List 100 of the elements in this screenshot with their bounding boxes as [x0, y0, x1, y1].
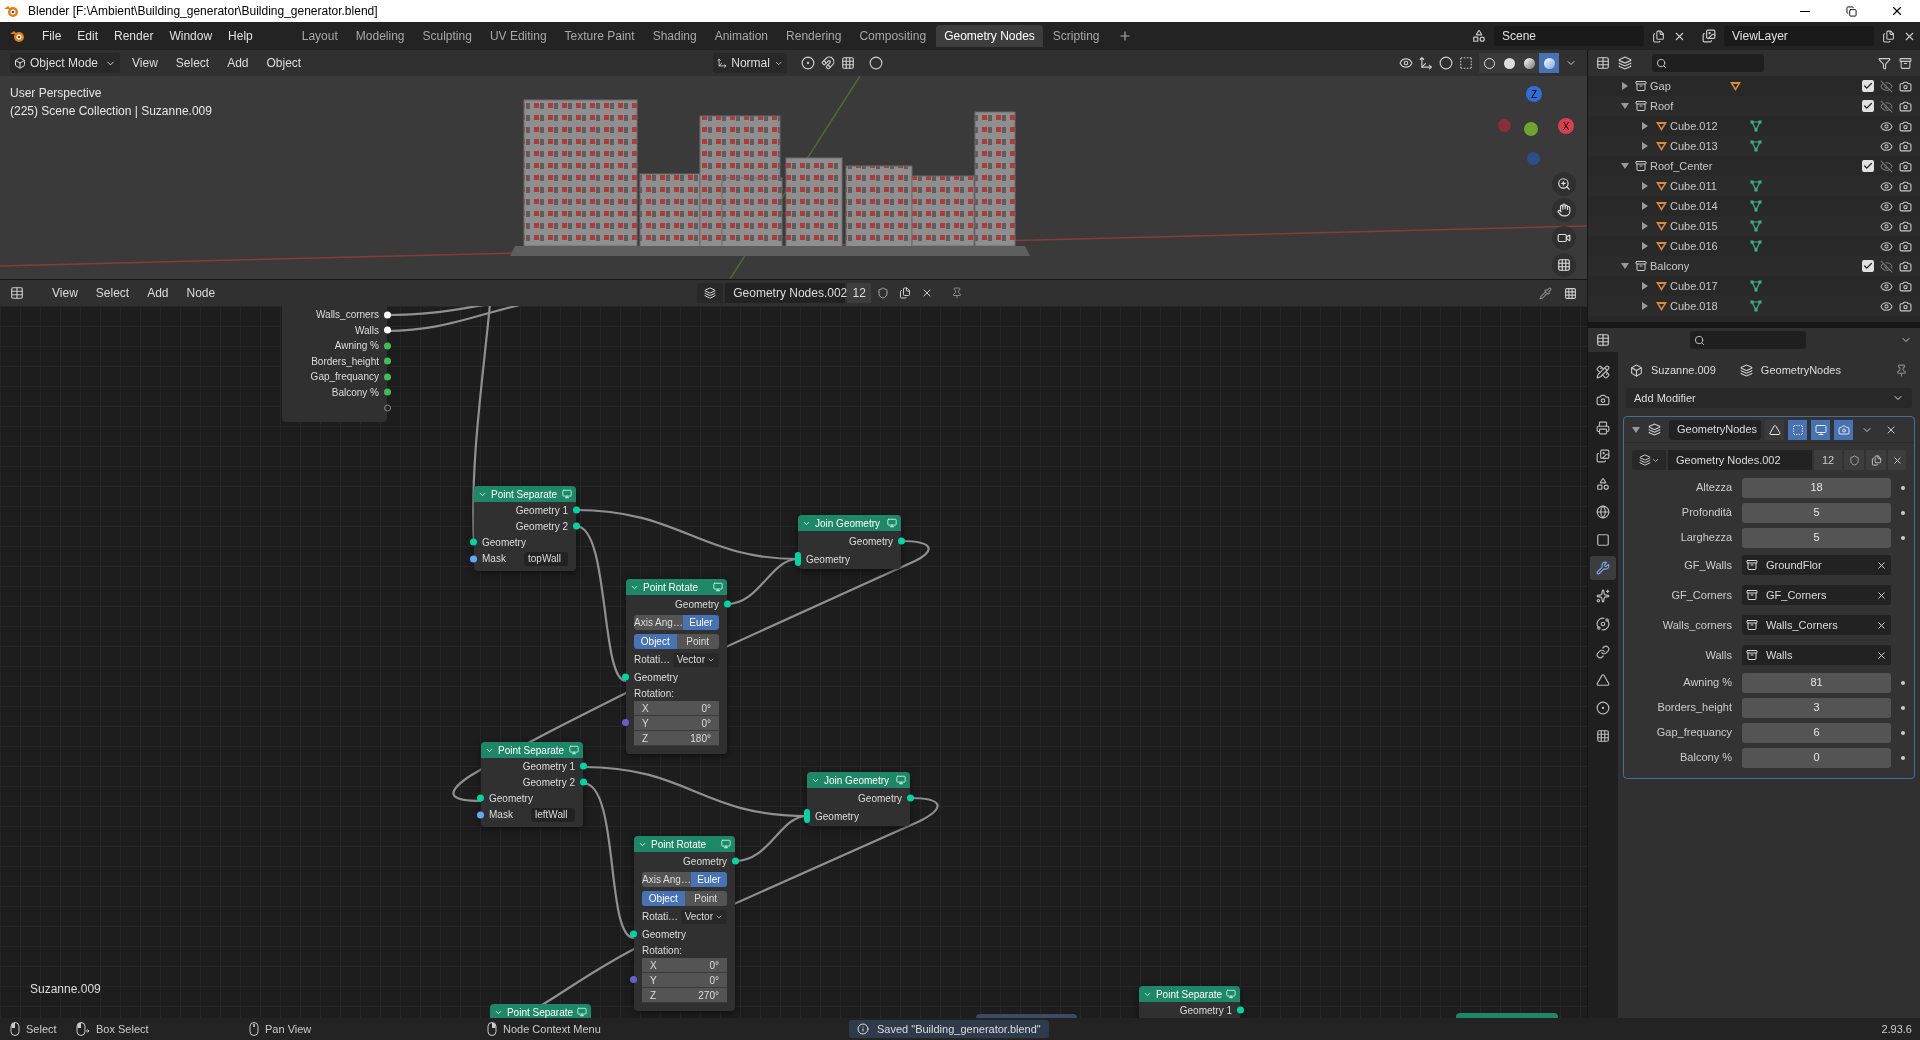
socket[interactable]: [795, 552, 801, 566]
eye-icon[interactable]: [1880, 299, 1893, 313]
node-tree-field[interactable]: Geometry Nodes.002: [1668, 450, 1812, 470]
properties-tab[interactable]: [1590, 556, 1616, 580]
toggle-button[interactable]: [1834, 419, 1853, 440]
rotation-field[interactable]: Y 0°: [642, 973, 727, 988]
socket[interactable]: [1237, 1006, 1244, 1014]
checkbox[interactable]: [1862, 260, 1874, 272]
camera-icon[interactable]: [1899, 119, 1912, 133]
menu-item[interactable]: View: [126, 54, 164, 72]
pin-icon[interactable]: [951, 287, 964, 299]
clear-icon[interactable]: [1876, 559, 1887, 571]
mode-toggle[interactable]: Point: [684, 891, 727, 906]
rotation-field[interactable]: Y 0°: [634, 716, 719, 731]
clear-icon[interactable]: [1876, 649, 1887, 661]
editor-type-icon[interactable]: [1596, 333, 1610, 347]
outliner-item[interactable]: Cube.014: [1670, 197, 1750, 215]
monitor-icon[interactable]: [569, 745, 579, 755]
checkbox[interactable]: [1862, 80, 1874, 92]
outliner-item[interactable]: Cube.015: [1670, 217, 1750, 235]
proportional-icon[interactable]: [869, 56, 884, 70]
number-field[interactable]: 18: [1742, 477, 1891, 498]
modifier-name-field[interactable]: GeometryNodes: [1669, 419, 1761, 440]
eye-closed-icon[interactable]: [1880, 159, 1893, 173]
monitor-icon[interactable]: [577, 1007, 587, 1017]
socket[interactable]: [477, 794, 484, 802]
toggle-button[interactable]: [1765, 419, 1784, 440]
workspace-tab[interactable]: UV Editing: [481, 25, 555, 47]
orientation-dropdown[interactable]: Normal: [713, 53, 788, 73]
number-field[interactable]: 3: [1742, 697, 1891, 718]
shield-icon[interactable]: [1848, 454, 1860, 466]
expand-arrow-icon[interactable]: [1641, 142, 1649, 150]
new-layer-icon[interactable]: [1882, 29, 1895, 43]
socket[interactable]: [477, 811, 484, 818]
search-field[interactable]: [1652, 54, 1764, 72]
menu-item[interactable]: Help: [222, 27, 259, 45]
mode-toggle[interactable]: Euler: [690, 872, 727, 887]
menu-item[interactable]: View: [46, 284, 84, 302]
expand-arrow-icon[interactable]: [1621, 262, 1629, 270]
workspace-tab[interactable]: Layout: [293, 25, 346, 47]
gizmo-icon[interactable]: [1419, 56, 1433, 70]
number-field[interactable]: 5: [1742, 527, 1891, 548]
expand-arrow-icon[interactable]: [1641, 222, 1649, 230]
rotation-field[interactable]: X 0°: [634, 701, 719, 716]
expand-arrow-icon[interactable]: [1621, 102, 1629, 110]
tree-selector[interactable]: [697, 283, 724, 303]
menu-item[interactable]: Select: [169, 54, 216, 72]
mode-dropdown[interactable]: Object Mode: [10, 53, 120, 73]
eyedropper-icon[interactable]: [1539, 286, 1552, 300]
socket[interactable]: [898, 537, 905, 545]
collection-field[interactable]: GroundFlor: [1742, 555, 1891, 575]
shield-icon[interactable]: [877, 287, 890, 299]
collection-field[interactable]: GF_Corners: [1742, 585, 1891, 605]
workspace-tab[interactable]: Rendering: [778, 25, 850, 47]
menu-item[interactable]: Node: [180, 284, 222, 302]
workspace-tab[interactable]: Texture Paint: [556, 25, 643, 47]
camera-icon[interactable]: [1899, 139, 1912, 153]
eye-icon[interactable]: [1880, 279, 1893, 293]
number-field[interactable]: 5: [1742, 502, 1891, 523]
expand-arrow-icon[interactable]: [1632, 425, 1640, 434]
checkbox[interactable]: [1862, 100, 1874, 112]
workspace-tab[interactable]: Shading: [644, 25, 705, 47]
close-icon[interactable]: [1891, 454, 1903, 466]
scene-icon[interactable]: [1472, 29, 1486, 43]
outliner-item[interactable]: Roof: [1650, 97, 1730, 115]
clear-icon[interactable]: [1876, 619, 1887, 631]
expand-arrow-icon[interactable]: [1641, 122, 1649, 130]
rotation-field[interactable]: X 0°: [642, 958, 727, 973]
workspace-tab[interactable]: Compositing: [851, 25, 935, 47]
eye-icon[interactable]: [1880, 119, 1893, 133]
menu-item[interactable]: Add: [221, 54, 255, 72]
monitor-icon[interactable]: [887, 518, 897, 528]
tree-selector[interactable]: [1632, 450, 1666, 470]
eye-closed-icon[interactable]: [1880, 99, 1893, 113]
eye-closed-icon[interactable]: [1880, 259, 1893, 273]
socket[interactable]: [622, 673, 629, 681]
menu-item[interactable]: Window: [163, 27, 219, 45]
rotation-field[interactable]: Z 180°: [634, 731, 719, 746]
view-layer-icon[interactable]: [1702, 29, 1716, 43]
workspace-tab[interactable]: Scripting: [1044, 25, 1108, 47]
outliner-item[interactable]: Cube.017: [1670, 277, 1750, 295]
xray-icon[interactable]: [1459, 56, 1473, 70]
eye-closed-icon[interactable]: [1880, 79, 1893, 93]
filter-icon[interactable]: [1878, 56, 1891, 70]
duplicate-icon[interactable]: [1870, 454, 1882, 466]
socket[interactable]: [732, 857, 739, 865]
expand-arrow-icon[interactable]: [1641, 242, 1649, 250]
duplicate-icon[interactable]: [899, 287, 912, 299]
mode-toggle[interactable]: Axis Ang…: [642, 872, 691, 887]
editor-type-icon[interactable]: [1596, 56, 1610, 70]
overlay-icon[interactable]: [1439, 56, 1453, 70]
mask-field[interactable]: topWall: [524, 551, 568, 566]
number-field[interactable]: 81: [1742, 672, 1891, 693]
visibility-icon[interactable]: [1399, 56, 1413, 70]
node-tree-field[interactable]: Geometry Nodes.002: [725, 283, 846, 303]
collection-field[interactable]: Walls_Corners: [1742, 615, 1891, 635]
checkbox[interactable]: [1862, 160, 1874, 172]
number-field[interactable]: 0: [1742, 747, 1891, 768]
shading-button[interactable]: [1539, 53, 1559, 73]
eye-icon[interactable]: [1880, 239, 1893, 253]
